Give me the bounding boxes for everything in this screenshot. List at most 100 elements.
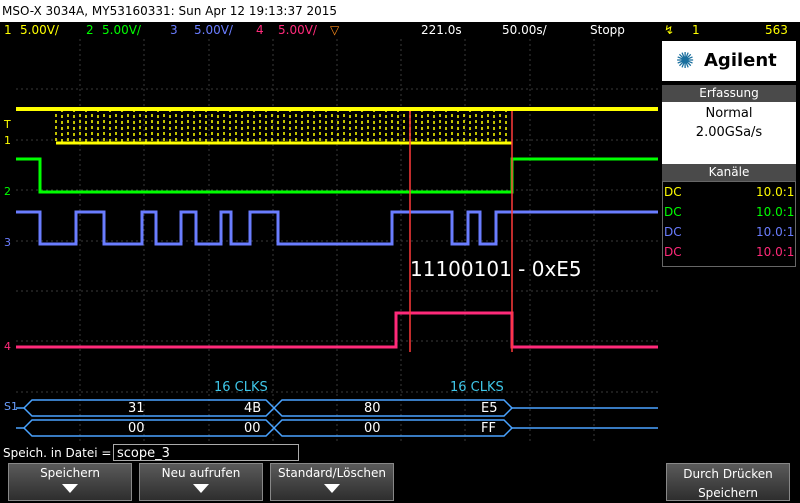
ch1-clock-pulse	[415, 108, 423, 144]
waveform-annotation: 11100101 - 0xE5	[410, 257, 582, 281]
filename-field[interactable]: scope_3	[113, 444, 299, 461]
ch4-ground-marker[interactable]: 4	[4, 341, 11, 352]
save-filename-row: Speich. in Datei = scope_3	[0, 444, 800, 463]
ch1-clock-pulse	[235, 108, 243, 144]
serial-word-1-byte-2: 4B	[244, 401, 262, 416]
sample-rate: 2.00GSa/s	[695, 125, 763, 140]
ch1-clock-pulse	[355, 108, 363, 144]
ch2-number[interactable]: 2	[86, 22, 94, 39]
recall-softkey[interactable]: Neu aufrufen	[139, 463, 263, 501]
acquisition-mode: Normal	[705, 106, 753, 121]
serial-word-1-byte-1-row2: 00	[128, 421, 145, 436]
ch1-clock-pulse	[307, 108, 315, 144]
ch1-coupling: DC	[664, 185, 682, 199]
ch1-clock-pulse	[115, 108, 123, 144]
recall-softkey-label: Neu aufrufen	[161, 466, 241, 480]
status-bar: 1 5.00V/ 2 5.00V/ 3 5.00V/ 4 5.00V/ ▽ 22…	[0, 22, 800, 39]
ch1-clock-pulse	[175, 108, 183, 144]
ch1-clock-pulse	[439, 108, 447, 144]
trigger-level[interactable]: 563	[765, 22, 788, 39]
default-clear-softkey[interactable]: Standard/Löschen	[270, 463, 394, 501]
ch1-clock-pulse	[379, 108, 387, 144]
acquisition-title[interactable]: Erfassung	[662, 85, 796, 102]
press-to-save-softkey-label: Durch Drücken Speichern	[683, 467, 773, 500]
ch1-clock-pulse	[475, 108, 483, 144]
ch1-number[interactable]: 1	[4, 22, 12, 39]
ch1-clock-pulse	[199, 108, 207, 144]
ch1-clock-pulse	[91, 108, 99, 144]
save-label: Speich. in Datei =	[3, 446, 112, 460]
serial-packet[interactable]	[272, 419, 514, 437]
serial-word-2-byte-1-row2: 00	[364, 421, 381, 436]
ch2-scale[interactable]: 5.00V/	[102, 22, 141, 39]
trigger-position-marker-icon: ▽	[330, 23, 340, 37]
serial-packet[interactable]	[272, 399, 514, 417]
ch1-clock-pulse	[247, 108, 255, 144]
channels-title[interactable]: Kanäle	[662, 164, 796, 181]
serial-bus-lane	[16, 399, 658, 417]
serial-bus-lane	[16, 419, 658, 437]
press-to-save-softkey[interactable]: Durch Drücken Speichern	[666, 463, 790, 501]
ch1-clock-pulse	[451, 108, 459, 144]
ch1-clock-pulse	[223, 108, 231, 144]
channel-4-row[interactable]: DC 10.0:1	[662, 243, 796, 261]
ch1-clock-pulse	[151, 108, 159, 144]
ch1-clock-pulse	[319, 108, 327, 144]
serial-clks-right: 16 CLKS	[450, 380, 504, 395]
channel-2-row[interactable]: DC 10.0:1	[662, 203, 796, 221]
serial-packet[interactable]	[22, 419, 276, 437]
ch4-scale[interactable]: 5.00V/	[278, 22, 317, 39]
ch4-number[interactable]: 4	[256, 22, 264, 39]
ch1-clock-pulse	[211, 108, 219, 144]
ch4-coupling: DC	[664, 245, 682, 259]
ch2-probe: 10.0:1	[756, 205, 795, 219]
serial-word-1-byte-1: 31	[128, 401, 145, 416]
ch1-clock-pulse	[259, 108, 267, 144]
ch1-clock-pulse	[67, 108, 75, 144]
arrow-down-icon	[324, 484, 340, 493]
title-bar: MSO-X 3034A, MY53160331: Sun Apr 12 19:1…	[0, 0, 800, 22]
channel-1-row[interactable]: DC 10.0:1	[662, 183, 796, 201]
ch1-ground-marker[interactable]: 1	[4, 135, 11, 146]
ch3-number[interactable]: 3	[170, 22, 178, 39]
ch1-clock-pulse	[343, 108, 351, 144]
serial-word-2-byte-2-row2: FF	[481, 421, 496, 436]
brand-box: ✺ Agilent	[662, 41, 796, 81]
ch3-probe: 10.0:1	[756, 225, 795, 239]
ch4-probe: 10.0:1	[756, 245, 795, 259]
ch1-clock-pulse	[163, 108, 171, 144]
serial-word-2-byte-1: 80	[364, 401, 381, 416]
ch3-scale[interactable]: 5.00V/	[194, 22, 233, 39]
ch3-coupling: DC	[664, 225, 682, 239]
ch1-clock-pulse	[103, 108, 111, 144]
ch1-clock-pulse	[139, 108, 147, 144]
ch1-clock-pulse	[187, 108, 195, 144]
graticule	[16, 39, 658, 442]
timebase-position[interactable]: 221.0s	[421, 22, 462, 39]
ch3-ground-marker[interactable]: 3	[4, 237, 11, 248]
acquisition-box[interactable]: Normal 2.00GSa/s	[662, 102, 796, 164]
ch1-clock-pulses	[55, 108, 507, 144]
ch1-clock-pulse	[127, 108, 135, 144]
ch1-scale[interactable]: 5.00V/	[20, 22, 59, 39]
serial-word-1-byte-2-row2: 00	[244, 421, 261, 436]
ch2-ground-marker[interactable]: 2	[4, 186, 11, 197]
default-clear-softkey-label: Standard/Löschen	[278, 466, 386, 480]
serial-packet[interactable]	[22, 399, 276, 417]
run-state[interactable]: Stopp	[590, 22, 625, 39]
trigger-level-marker: T	[4, 118, 11, 131]
timebase-scale[interactable]: 50.00s/	[502, 22, 547, 39]
ch1-clock-pulse	[487, 108, 495, 144]
channel-3-row[interactable]: DC 10.0:1	[662, 223, 796, 241]
trigger-source[interactable]: 1	[692, 22, 700, 39]
save-softkey[interactable]: Speichern	[8, 463, 132, 501]
ch2-coupling: DC	[664, 205, 682, 219]
waveform-display[interactable]: T 1 2 3 4 S1 11100101 - 0xE5 16 CLKS 16 …	[4, 39, 658, 442]
ch1-clock-pulse	[283, 108, 291, 144]
ch1-clock-pulse	[391, 108, 399, 144]
waveform-canvas	[16, 39, 658, 442]
ch1-clock-pulse	[367, 108, 375, 144]
arrow-down-icon	[193, 484, 209, 493]
serial-bus-marker[interactable]: S1	[4, 401, 18, 412]
brand-name: Agilent	[704, 50, 777, 71]
